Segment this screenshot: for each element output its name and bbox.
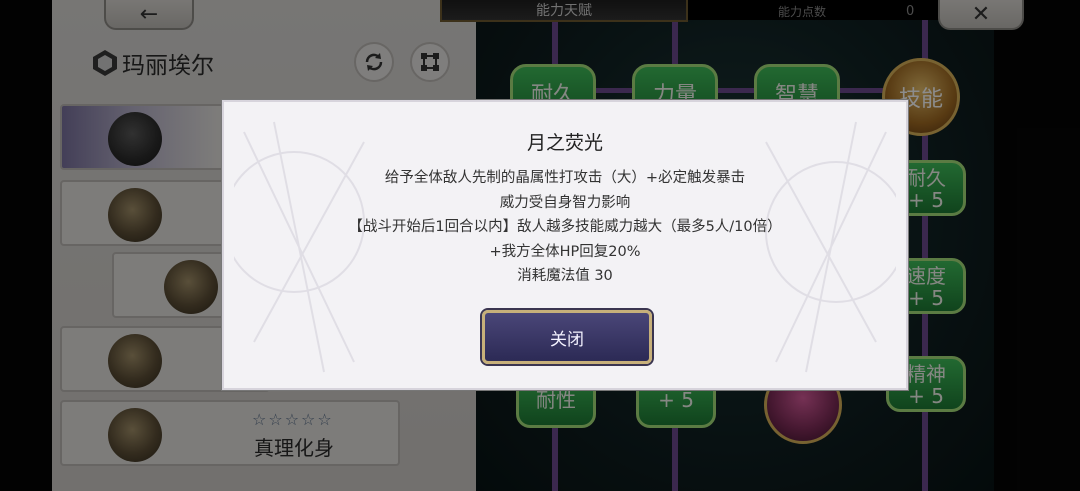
dialog-description: 给予全体敌人先制的晶属性打攻击（大）+必定触发暴击 威力受自身智力影响 【战斗开… bbox=[224, 166, 906, 289]
description-line: +我方全体HP回复20% bbox=[489, 243, 641, 260]
close-label: 关闭 bbox=[550, 329, 584, 350]
game-screen: 玛丽埃尔 ☆☆☆☆☆ 真理化身 耐久 力量 智慧 技能 耐久 + 5 速度 + … bbox=[0, 0, 1080, 491]
description-line: 给予全体敌人先制的晶属性打攻击（大）+必定触发暴击 bbox=[384, 170, 746, 186]
close-dialog-button[interactable]: 关闭 bbox=[482, 310, 652, 364]
dialog-title: 月之荧光 bbox=[526, 132, 603, 154]
mana-cost: 消耗魔法值 30 bbox=[517, 268, 613, 284]
description-line: 威力受自身智力影响 bbox=[499, 194, 631, 211]
skill-detail-dialog: 月之荧光 给予全体敌人先制的晶属性打攻击（大）+必定触发暴击 威力受自身智力影响… bbox=[222, 100, 908, 390]
description-line: 【战斗开始后1回合以内】敌人越多技能威力越大（最多5人/10倍） bbox=[348, 219, 782, 235]
